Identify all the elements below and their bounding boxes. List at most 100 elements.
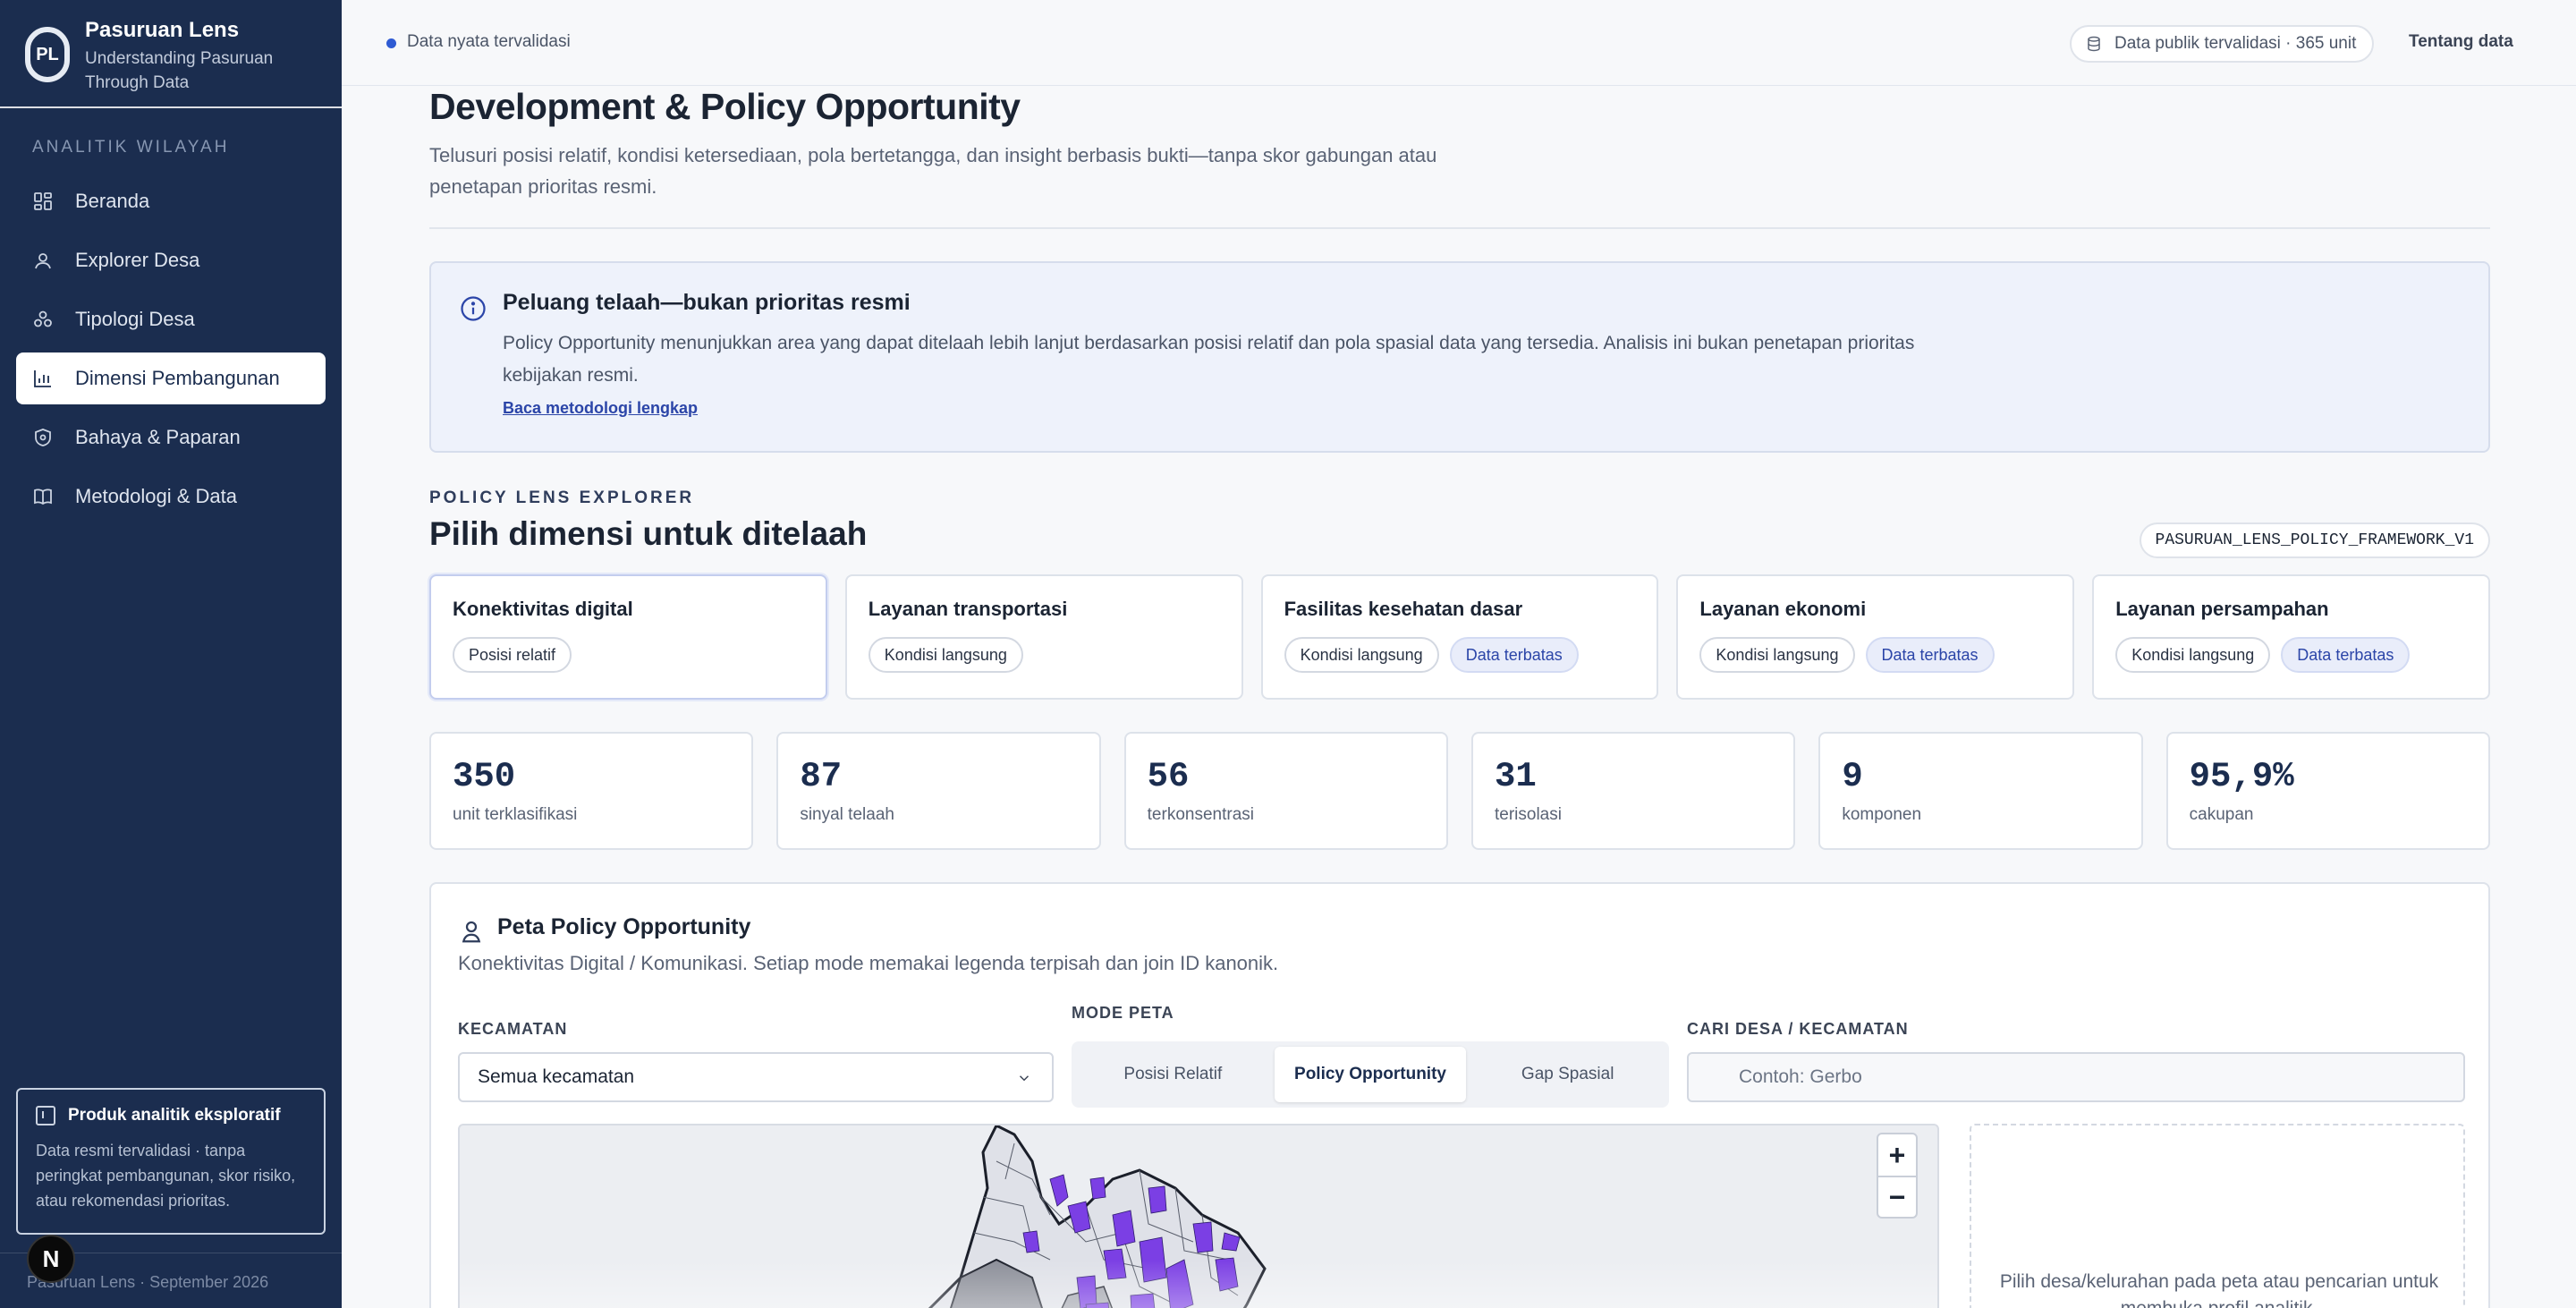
stat-value: 9 <box>1842 757 1863 796</box>
stat-card: 95,9% cakupan <box>2165 732 2490 850</box>
stat-value: 350 <box>453 757 516 796</box>
sidebar-item-dimensi-pembangunan[interactable]: Dimensi Pembangunan <box>16 352 326 404</box>
kecamatan-label: KECAMATAN <box>458 1020 568 1038</box>
map-pin-icon <box>462 921 481 943</box>
page-title: Development & Policy Opportunity <box>429 86 1021 127</box>
method-chip: Posisi relatif <box>453 637 572 673</box>
user-pin-icon <box>32 250 54 271</box>
sidebar-item-label: Metodologi & Data <box>75 485 237 507</box>
map-canvas[interactable]: + − <box>458 1124 1939 1308</box>
sidebar-item-label: Beranda <box>75 190 150 212</box>
stat-label: terkonsentrasi <box>1147 805 1254 824</box>
dimension-card-konektivitas-digital[interactable]: Konektivitas digital Posisi relatif <box>429 574 827 700</box>
data-status: Data nyata tervalidasi <box>407 32 571 51</box>
method-chip: Kondisi langsung <box>868 637 1023 673</box>
info-icon <box>461 296 486 321</box>
stat-value: 56 <box>1147 757 1190 796</box>
dimension-selector: Konektivitas digital Posisi relatif Laya… <box>429 574 2490 700</box>
methodology-link[interactable]: Baca metodologi lengkap <box>503 399 698 418</box>
stat-label: unit terklasifikasi <box>453 805 578 824</box>
map-title: Peta Policy Opportunity <box>497 914 751 939</box>
policy-opportunity-map-panel: Peta Policy Opportunity Konektivitas Dig… <box>429 882 2490 1308</box>
book-icon <box>32 486 54 507</box>
village-search-input[interactable] <box>1687 1052 2465 1102</box>
stat-card: 87 sinyal telaah <box>776 732 1101 850</box>
stat-card: 350 unit terklasifikasi <box>429 732 754 850</box>
dimension-name: Layanan persampahan <box>2115 598 2329 620</box>
sidebar-item-label: Tipologi Desa <box>75 308 195 330</box>
mode-posisi-relatif[interactable]: Posisi Relatif <box>1077 1047 1269 1102</box>
bar-chart-icon <box>32 368 54 389</box>
stats-row: 350 unit terklasifikasi 87 sinyal telaah… <box>429 732 2490 850</box>
dimension-name: Layanan ekonomi <box>1699 598 1867 620</box>
info-title: Peluang telaah—bukan prioritas resmi <box>503 290 911 315</box>
brand-name: Pasuruan Lens <box>85 18 240 42</box>
shield-icon <box>32 427 54 448</box>
about-data-link[interactable]: Tentang data <box>2409 32 2513 52</box>
stat-label: sinyal telaah <box>800 805 894 824</box>
exploratory-notice-title: Produk analitik eksploratif <box>36 1106 306 1125</box>
stat-value: 31 <box>1494 757 1537 796</box>
page-description: Telusuri posisi relatif, kondisi keterse… <box>429 144 1437 198</box>
dimension-card-fasilitas-kesehatan[interactable]: Fasilitas kesehatan dasar Kondisi langsu… <box>1260 574 1659 700</box>
limited-data-chip: Data terbatas <box>1865 637 1995 673</box>
method-chip: Kondisi langsung <box>2115 637 2271 673</box>
sidebar-item-label: Explorer Desa <box>75 249 200 271</box>
dimension-card-layanan-persampahan[interactable]: Layanan persampahan Kondisi langsung Dat… <box>2092 574 2490 700</box>
dev-badge[interactable]: N <box>27 1235 75 1283</box>
database-icon <box>2088 36 2100 52</box>
zoom-in-button[interactable]: + <box>1878 1134 1916 1176</box>
sidebar-item-explorer-desa[interactable]: Explorer Desa <box>16 234 326 286</box>
exploratory-notice-heading: Produk analitik eksploratif <box>68 1106 281 1125</box>
nav-section-heading: ANALITIK WILAYAH <box>32 138 230 157</box>
sidebar-item-metodologi-data[interactable]: Metodologi & Data <box>16 471 326 522</box>
choropleth-map[interactable] <box>460 1125 1939 1308</box>
dimension-card-layanan-transportasi[interactable]: Layanan transportasi Kondisi langsung <box>844 574 1243 700</box>
chevron-down-icon <box>1019 1075 1030 1082</box>
profile-hint: Pilih desa/kelurahan pada peta atau penc… <box>1999 1271 2439 1308</box>
notice-icon <box>36 1106 55 1125</box>
kecamatan-select[interactable]: Semua kecamatan <box>458 1052 1054 1102</box>
sidebar-item-tipologi-desa[interactable]: Tipologi Desa <box>16 293 326 345</box>
sidebar-item-label: Bahaya & Paparan <box>75 426 241 448</box>
kecamatan-selected-value: Semua kecamatan <box>478 1066 635 1087</box>
limited-data-chip: Data terbatas <box>2281 637 2411 673</box>
dimension-card-layanan-ekonomi[interactable]: Layanan ekonomi Kondisi langsung Data te… <box>1676 574 2075 700</box>
stat-value: 87 <box>800 757 843 796</box>
divider <box>429 227 2490 229</box>
dimension-name: Layanan transportasi <box>868 598 1068 620</box>
exploratory-notice-text: Data resmi tervalidasi · tanpa peringkat… <box>36 1142 296 1210</box>
section-kicker: POLICY LENS EXPLORER <box>429 488 695 507</box>
stat-card: 56 terkonsentrasi <box>1123 732 1448 850</box>
method-chip: Kondisi langsung <box>1699 637 1855 673</box>
dashboard-icon <box>32 191 54 212</box>
mode-gap-spasial[interactable]: Gap Spasial <box>1471 1047 1664 1102</box>
stat-label: terisolasi <box>1494 805 1562 824</box>
mode-policy-opportunity[interactable]: Policy Opportunity <box>1274 1047 1467 1102</box>
stat-value: 95,9% <box>2189 757 2294 796</box>
brand-logo[interactable]: PL <box>25 27 70 82</box>
status-dot-icon <box>386 38 396 48</box>
info-text: Policy Opportunity menunjukkan area yang… <box>503 333 1915 386</box>
stat-label: cakupan <box>2189 805 2254 824</box>
map-mode-toggle: Posisi Relatif Policy Opportunity Gap Sp… <box>1072 1041 1669 1108</box>
brand-tagline: Understanding Pasuruan Through Data <box>85 49 274 92</box>
map-mode-label: MODE PETA <box>1072 1004 1174 1022</box>
section-title: Pilih dimensi untuk ditelaah <box>429 515 868 552</box>
limited-data-chip: Data terbatas <box>1449 637 1579 673</box>
data-summary-pill: Data publik tervalidasi · 365 unit <box>2070 25 2375 63</box>
zoom-out-button[interactable]: − <box>1878 1176 1916 1217</box>
stat-card: 9 komponen <box>1818 732 2143 850</box>
sidebar-item-beranda[interactable]: Beranda <box>16 175 326 227</box>
sidebar-item-bahaya-paparan[interactable]: Bahaya & Paparan <box>16 412 326 463</box>
framework-id-badge: PASURUAN_LENS_POLICY_FRAMEWORK_V1 <box>2139 522 2490 558</box>
search-label: CARI DESA / KECAMATAN <box>1687 1020 1909 1038</box>
sidebar-nav: Beranda Explorer Desa Tipologi Desa Dime… <box>16 175 326 530</box>
stat-label: komponen <box>1842 805 1922 824</box>
method-chip: Kondisi langsung <box>1284 637 1439 673</box>
map-subtitle: Konektivitas Digital / Komunikasi. Setia… <box>458 952 1279 974</box>
sidebar: PL Pasuruan Lens Understanding Pasuruan … <box>0 0 342 1308</box>
top-bar: Data nyata tervalidasi Data publik terva… <box>342 0 2576 86</box>
dimension-name: Konektivitas digital <box>453 598 633 620</box>
zoom-controls: + − <box>1877 1133 1918 1219</box>
